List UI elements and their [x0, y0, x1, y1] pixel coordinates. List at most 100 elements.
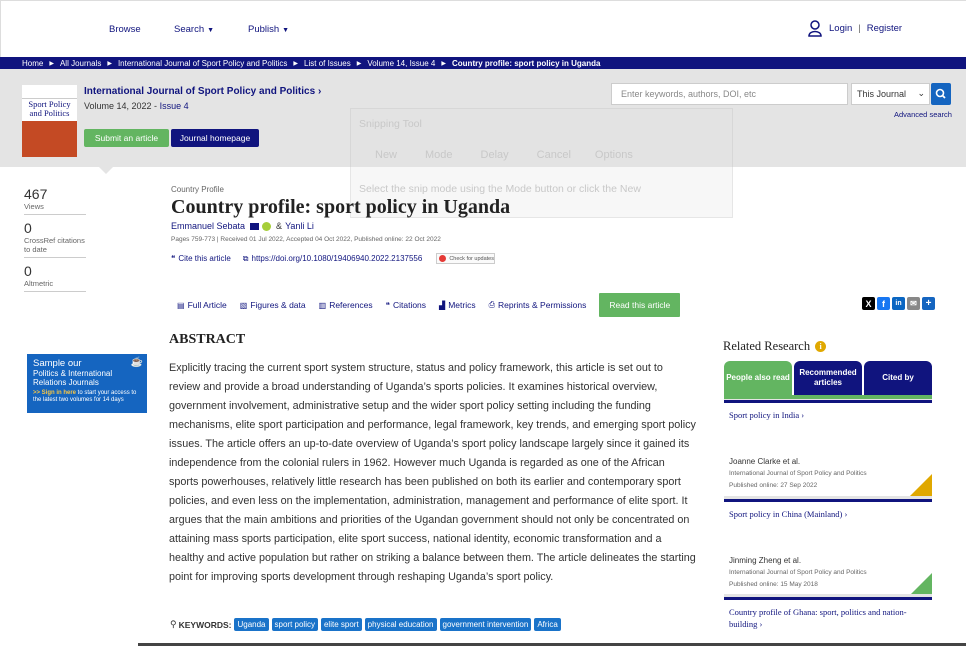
- journal-volume: Volume 14, 2022 - Issue 4: [84, 101, 189, 111]
- info-icon[interactable]: i: [815, 341, 827, 352]
- volume-text: Volume 14, 2022 -: [84, 101, 160, 111]
- chevron-down-icon: ⌄: [917, 88, 925, 98]
- orcid-icon[interactable]: [262, 221, 272, 231]
- arrow-right-icon: ▶: [441, 60, 446, 67]
- tab-citations[interactable]: ❝ Citations: [386, 300, 426, 310]
- breadcrumb-journal[interactable]: International Journal of Sport Policy an…: [118, 59, 287, 68]
- search-label: Search: [174, 24, 205, 35]
- user-icon: [808, 19, 822, 37]
- check-for-updates-button[interactable]: Check for updates: [436, 253, 496, 264]
- related-item[interactable]: Country profile of Ghana: sport, politic…: [724, 597, 932, 646]
- search-button[interactable]: [931, 83, 951, 105]
- crossmark-icon: [439, 255, 447, 262]
- publish-menu[interactable]: Publish ▼: [248, 24, 289, 35]
- breadcrumb-all-journals[interactable]: All Journals: [60, 59, 101, 68]
- tab-metrics[interactable]: ▟ Metrics: [439, 300, 476, 310]
- sample-journals-ad[interactable]: ☕ Sample our Politics & International Re…: [27, 354, 147, 413]
- tab-references[interactable]: ▥ References: [319, 300, 373, 310]
- submit-article-button[interactable]: Submit an article: [84, 129, 169, 147]
- citation-row: ❝ Cite this article ⧉ https://doi.org/10.1…: [171, 253, 496, 264]
- altmetric-count: 0: [24, 263, 32, 279]
- browse-label: Browse: [109, 24, 141, 35]
- x-twitter-icon[interactable]: X: [862, 297, 875, 310]
- article-metrics: 467 Views 0 CrossRef citations to date 0 Al…: [24, 186, 86, 297]
- open-access-icon: [910, 474, 932, 496]
- crossref-label: CrossRef citations to date: [24, 236, 85, 254]
- cite-article-link[interactable]: Cite this article: [178, 254, 230, 263]
- keyword-tag[interactable]: Uganda: [234, 618, 269, 631]
- related-item-journal: International Journal of Sport Policy an…: [729, 569, 867, 576]
- breadcrumb-list-of-issues[interactable]: List of Issues: [304, 59, 351, 68]
- link-icon: ⧉: [242, 253, 249, 263]
- tab-people-also-read[interactable]: People also read: [724, 361, 792, 395]
- author-link[interactable]: Emmanuel Sebata: [171, 221, 245, 231]
- content-type: Country Profile: [171, 185, 224, 194]
- account-links: Login | Register: [808, 18, 902, 38]
- snipping-tool-title: Snipping Tool: [359, 118, 422, 130]
- share-more-icon[interactable]: +: [922, 297, 935, 310]
- related-item[interactable]: Sport policy in China (Mainland) › Jinmi…: [724, 499, 932, 595]
- search-input[interactable]: Enter keywords, authors, DOI, etc: [611, 83, 848, 105]
- options-button[interactable]: Options: [587, 149, 633, 161]
- journal-title: International Journal of Sport Policy an…: [84, 86, 316, 97]
- read-article-button[interactable]: Read this article: [599, 293, 681, 317]
- journal-cover[interactable]: Sport Policy and Politics: [22, 85, 77, 157]
- journal-homepage-button[interactable]: Journal homepage: [171, 129, 259, 147]
- register-link[interactable]: Register: [867, 23, 902, 34]
- issue-link[interactable]: Issue 4: [160, 101, 189, 111]
- sample-line1: Sample our: [33, 358, 82, 369]
- tab-recommended[interactable]: Recommended articles: [794, 361, 862, 395]
- quote-icon: ❝: [385, 300, 390, 310]
- keywords-label: KEYWORDS:: [178, 619, 232, 630]
- related-title: Related Research: [723, 339, 811, 353]
- keyword-tag[interactable]: physical education: [364, 618, 437, 631]
- sign-in-link[interactable]: >> Sign in here: [33, 390, 76, 396]
- breadcrumb-issue[interactable]: Volume 14, Issue 4: [367, 59, 435, 68]
- advanced-search-link[interactable]: Advanced search: [894, 110, 952, 119]
- keyword-tag[interactable]: Africa: [534, 618, 561, 631]
- breadcrumb-current: Country profile: sport policy in Uganda: [452, 58, 601, 68]
- teapot-icon: ☕: [130, 357, 143, 368]
- search-menu[interactable]: Search ▼: [174, 24, 214, 35]
- related-tabs: People also read Recommended articles Ci…: [724, 361, 934, 395]
- arrow-right-icon: ▶: [49, 60, 54, 67]
- article-title: Country profile: sport policy in Uganda: [171, 196, 511, 218]
- publish-label: Publish: [248, 24, 280, 35]
- chevron-down-icon: ▼: [207, 27, 215, 34]
- facebook-icon[interactable]: f: [877, 297, 890, 310]
- delay-button[interactable]: Delay: [469, 149, 509, 161]
- linkedin-icon[interactable]: in: [892, 297, 905, 310]
- doi-link[interactable]: https://doi.org/10.1080/19406940.2022.21…: [252, 254, 423, 263]
- tab-label: References: [329, 300, 373, 310]
- email-icon[interactable]: [250, 222, 260, 230]
- journal-title-link[interactable]: International Journal of Sport Policy an…: [84, 86, 321, 97]
- top-nav: Browse Search ▼ Publish ▼ Login | Register: [0, 0, 966, 57]
- breadcrumb-home[interactable]: Home: [22, 59, 43, 68]
- related-item-title: Sport policy in China (Mainland) ›: [729, 509, 848, 519]
- tab-full-article[interactable]: ▤ Full Article: [177, 300, 227, 310]
- cancel-button[interactable]: Cancel: [525, 149, 571, 161]
- arrow-right-icon: ▶: [107, 60, 112, 67]
- chevron-down-icon: ▼: [282, 27, 290, 34]
- checkmark-icon: [910, 573, 932, 595]
- tab-label: Metrics: [448, 300, 476, 310]
- search-scope-select[interactable]: This Journal ⌄: [851, 83, 930, 105]
- tab-cited-by[interactable]: Cited by: [864, 361, 932, 395]
- email-share-icon[interactable]: ✉: [907, 297, 920, 310]
- keyword-tag[interactable]: government intervention: [439, 618, 532, 631]
- views-count: 467: [24, 186, 48, 202]
- keyword-tag[interactable]: sport policy: [271, 618, 318, 631]
- new-snip-button[interactable]: New: [359, 149, 397, 161]
- author-separator: &: [276, 221, 283, 231]
- mode-button[interactable]: Mode: [413, 149, 453, 161]
- login-link[interactable]: Login: [829, 23, 852, 34]
- sample-line2: Politics & International Relations Journ…: [33, 369, 113, 387]
- keywords: ⚲ KEYWORDS: Uganda sport policy elite sp…: [170, 618, 564, 631]
- related-item[interactable]: Sport policy in India › Joanne Clarke et…: [724, 400, 932, 496]
- browse-menu[interactable]: Browse: [109, 24, 141, 35]
- tab-figures[interactable]: ▧ Figures & data: [240, 300, 306, 310]
- tab-label: Reprints & Permissions: [498, 300, 587, 310]
- author-link[interactable]: Yanli Li: [285, 221, 314, 231]
- keyword-tag[interactable]: elite sport: [320, 618, 362, 631]
- tab-reprints[interactable]: ⎙ Reprints & Permissions: [489, 300, 587, 310]
